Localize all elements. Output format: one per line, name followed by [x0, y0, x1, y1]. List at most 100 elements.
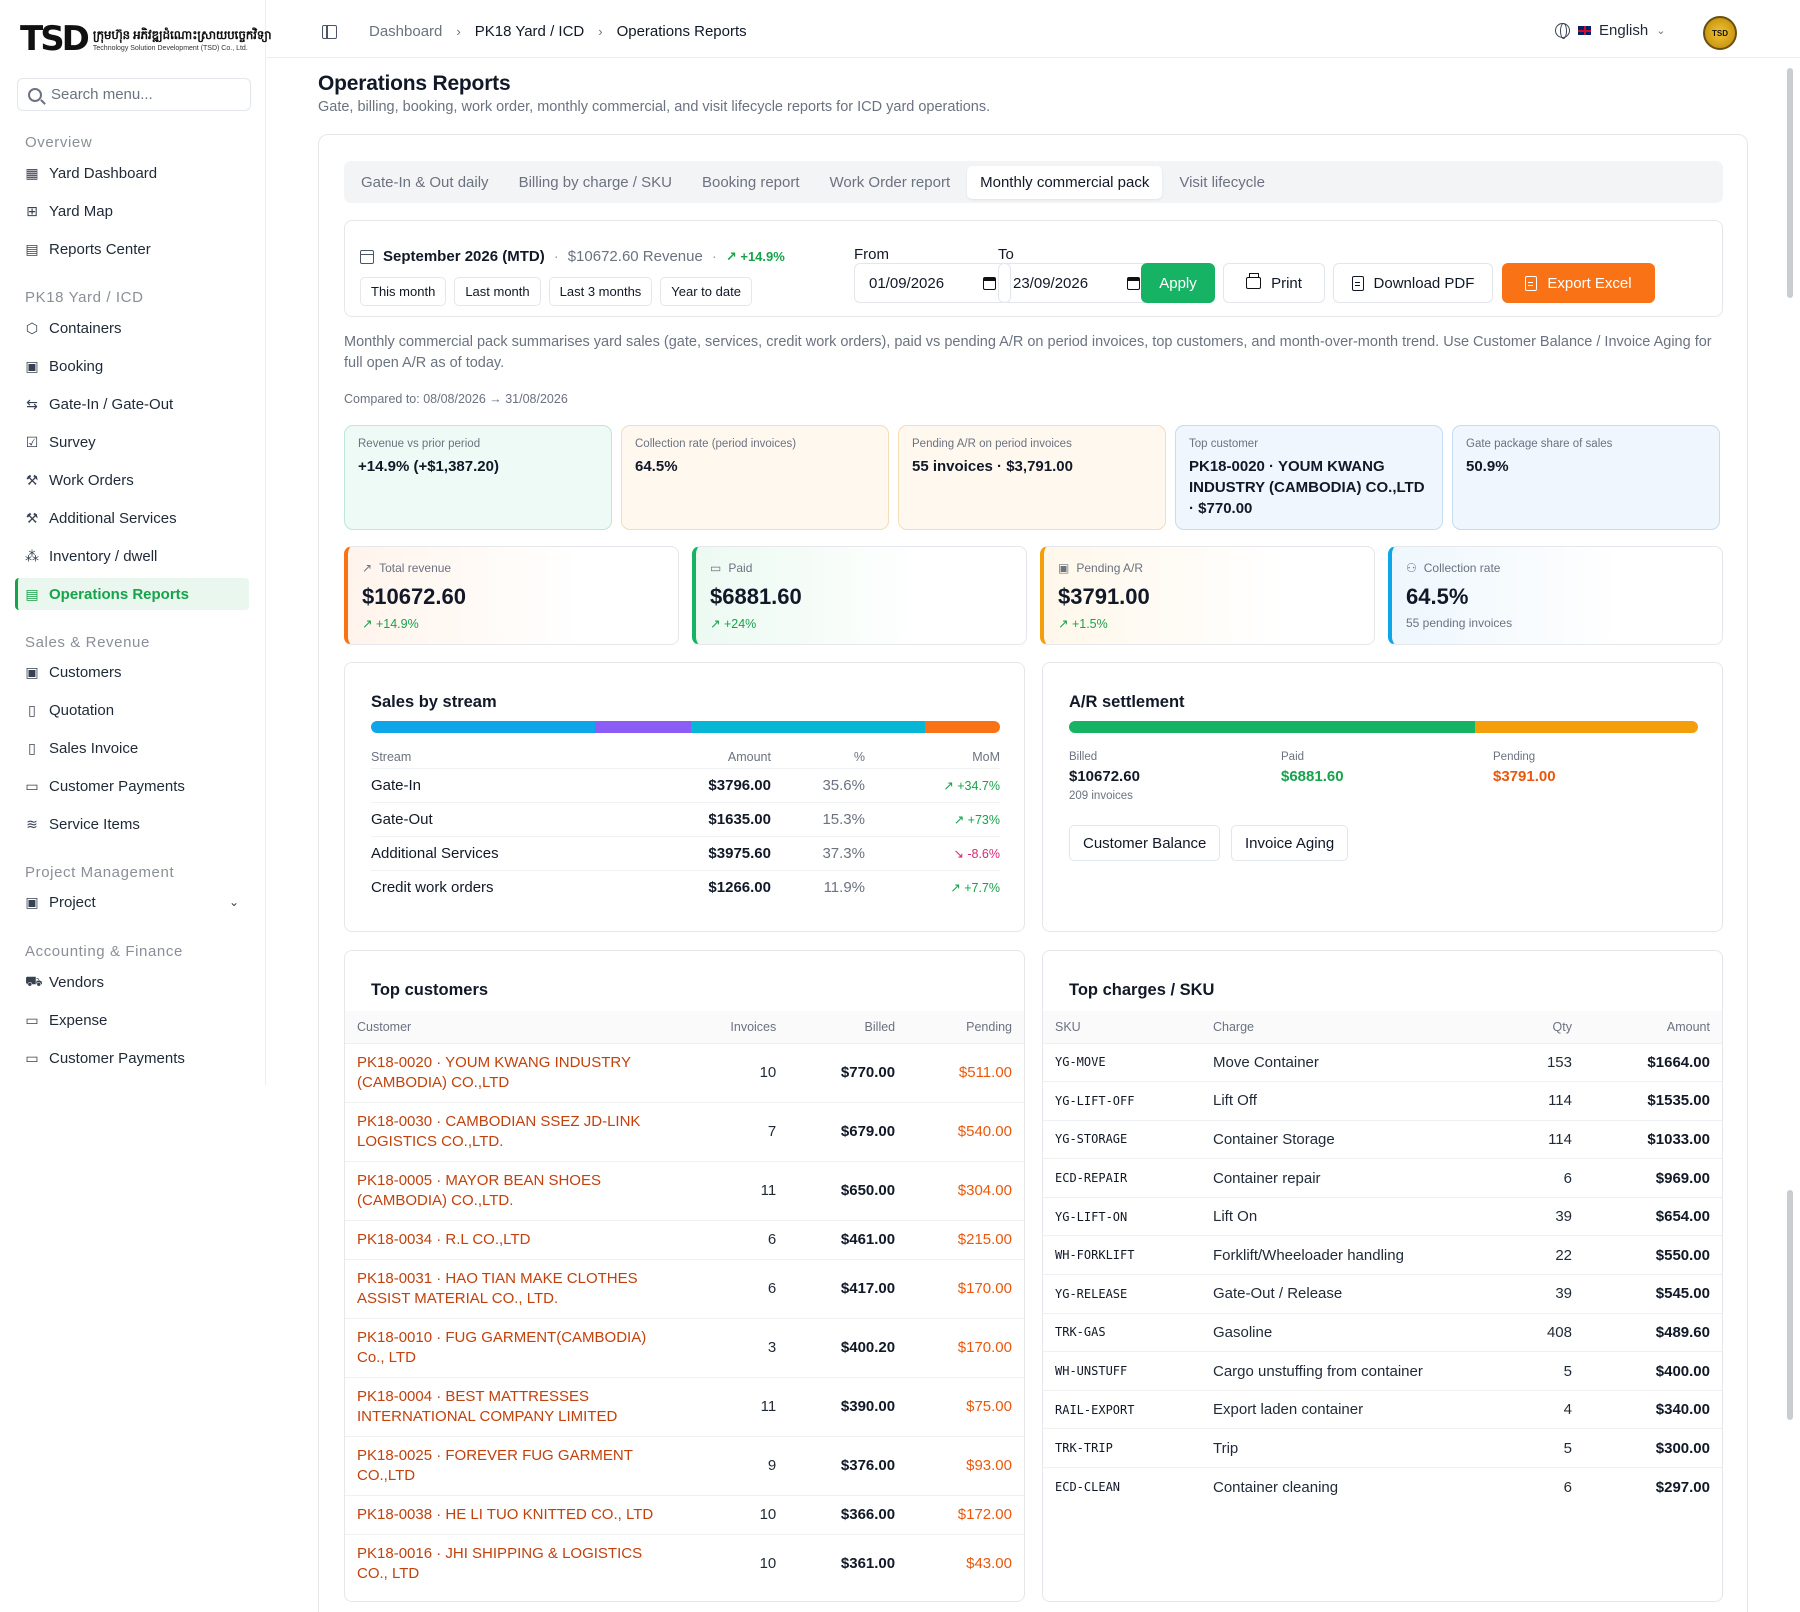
download-pdf-button[interactable]: Download PDF: [1333, 263, 1493, 303]
company-logo[interactable]: TSD ក្រុមហ៊ុន អភិវឌ្ឍដំណោះស្រាយបច្ចេកវិទ…: [20, 22, 272, 56]
customer-link[interactable]: PK18-0031 · HAO TIAN MAKE CLOTHES ASSIST…: [345, 1258, 678, 1318]
sidebar-item-project[interactable]: ▣ Project ⌄: [15, 886, 249, 918]
to-label: To: [998, 246, 1014, 263]
sidebar-item-reports-center[interactable]: ▤ Reports Center: [15, 233, 249, 265]
ar-pending: Pending $3791.00: [1493, 751, 1556, 785]
calendar-icon[interactable]: [1127, 276, 1140, 290]
top-customers-table: Customer Invoices Billed Pending PK18-00…: [345, 1011, 1024, 1593]
customer-link[interactable]: PK18-0016 · JHI SHIPPING & LOGISTICS CO.…: [345, 1533, 678, 1593]
table-row: YG-LIFT-ON Lift On 39 $654.00: [1043, 1196, 1722, 1236]
preset-buttons: This month Last month Last 3 months Year…: [360, 277, 752, 306]
table-row: ECD-REPAIR Container repair 6 $969.00: [1043, 1158, 1722, 1198]
customer-link[interactable]: PK18-0025 · FOREVER FUG GARMENT CO.,LTD: [345, 1435, 678, 1495]
report-description: Monthly commercial pack summarises yard …: [344, 334, 1712, 371]
swap-icon: ⇆: [26, 395, 38, 412]
language-selector[interactable]: English ⌄: [1555, 22, 1665, 39]
table-row[interactable]: PK18-0025 · FOREVER FUG GARMENT CO.,LTD 9…: [345, 1435, 1024, 1495]
apply-button[interactable]: Apply: [1141, 263, 1215, 303]
sidebar-item-quotation[interactable]: ▯ Quotation: [15, 694, 249, 726]
preset-last-3-months[interactable]: Last 3 months: [548, 277, 653, 306]
topbar: Dashboard › PK18 Yard / ICD › Operations…: [267, 0, 1800, 58]
sidebar: TSD ក្រុមហ៊ុន អភិវឌ្ឍដំណោះស្រាយបច្ចេកវិទ…: [0, 0, 272, 1085]
wrench-icon: ⚒: [25, 471, 39, 488]
sidebar-item-containers[interactable]: ⬡ Containers: [15, 312, 249, 344]
search-menu-input[interactable]: Search menu...: [17, 78, 251, 111]
table-row[interactable]: PK18-0016 · JHI SHIPPING & LOGISTICS CO.…: [345, 1533, 1024, 1593]
report-icon: ▤: [25, 240, 39, 257]
sidebar-item-service-items[interactable]: ≋ Service Items: [15, 808, 249, 840]
table-row[interactable]: PK18-0034 · R.L CO.,LTD 6 $461.00 $215.00: [345, 1219, 1024, 1259]
sidebar-item-work-orders[interactable]: ⚒ Work Orders: [15, 464, 249, 496]
table-row[interactable]: PK18-0031 · HAO TIAN MAKE CLOTHES ASSIST…: [345, 1258, 1024, 1318]
sidebar-item-booking[interactable]: ▣ Booking: [15, 350, 249, 382]
period-filter-bar: September 2026 (MTD) · $10672.60 Revenue…: [344, 220, 1723, 317]
calendar-icon[interactable]: [983, 276, 996, 290]
sales-by-stream-title: Sales by stream: [371, 693, 497, 711]
customer-link[interactable]: PK18-0010 · FUG GARMENT(CAMBODIA) Co., L…: [345, 1317, 678, 1377]
sidebar-item-yard-dashboard[interactable]: ▦ Yard Dashboard: [15, 157, 249, 189]
period-name: September 2026 (MTD): [383, 248, 545, 265]
table-row[interactable]: PK18-0020 · YOUM KWANG INDUSTRY (CAMBODI…: [345, 1042, 1024, 1102]
top-customers-title: Top customers: [371, 981, 489, 999]
page-scrollbar[interactable]: [1787, 68, 1793, 298]
page-scrollbar-thumb[interactable]: [1787, 1190, 1793, 1420]
breadcrumb-yard[interactable]: PK18 Yard / ICD: [475, 23, 585, 40]
table-row[interactable]: PK18-0004 · BEST MATTRESSES INTERNATIONA…: [345, 1376, 1024, 1436]
from-date-input[interactable]: 01/09/2026: [854, 263, 1011, 303]
sidebar-item-customer-payments[interactable]: ▭ Customer Payments: [15, 770, 249, 802]
avatar[interactable]: TSD: [1703, 16, 1737, 50]
export-excel-button[interactable]: Export Excel: [1502, 263, 1655, 303]
top-charges-table: SKU Charge Qty Amount YG-MOVE Move Contai…: [1043, 1011, 1722, 1507]
customer-link[interactable]: PK18-0004 · BEST MATTRESSES INTERNATIONA…: [345, 1376, 678, 1436]
table-row: ECD-CLEAN Container cleaning 6 $297.00: [1043, 1467, 1722, 1507]
sidebar-item-vendors[interactable]: ⛟ Vendors: [15, 966, 249, 998]
sidebar-item-expense[interactable]: ▭ Expense: [15, 1004, 249, 1036]
table-row: WH-FORKLIFT Forklift/Wheeloader handling 2…: [1043, 1235, 1722, 1275]
breadcrumb-dashboard[interactable]: Dashboard: [369, 23, 442, 40]
tab-gate-daily[interactable]: Gate-In & Out daily: [348, 166, 502, 199]
sidebar-item-inventory[interactable]: ⁂ Inventory / dwell: [15, 540, 249, 572]
preset-this-month[interactable]: This month: [360, 277, 447, 306]
search-icon: [28, 87, 42, 102]
table-row[interactable]: PK18-0005 · MAYOR BEAN SHOES (CAMBODIA) …: [345, 1160, 1024, 1220]
to-date-input[interactable]: 23/09/2026: [998, 263, 1155, 303]
invoice-icon: ▯: [28, 739, 36, 756]
tab-billing-sku[interactable]: Billing by charge / SKU: [506, 166, 685, 199]
sidebar-toggle-icon[interactable]: [322, 25, 337, 39]
ar-settlement-title: A/R settlement: [1069, 693, 1185, 711]
sidebar-item-sales-invoice[interactable]: ▯ Sales Invoice: [15, 732, 249, 764]
sidebar-item-yard-map[interactable]: ⊞ Yard Map: [15, 195, 249, 227]
customer-link[interactable]: PK18-0038 · HE LI TUO KNITTED CO., LTD: [345, 1494, 678, 1534]
boxes-icon: ⁂: [25, 547, 39, 564]
customer-link[interactable]: PK18-0030 · CAMBODIAN SSEZ JD-LINK LOGIS…: [345, 1101, 678, 1161]
tab-work-order-report[interactable]: Work Order report: [817, 166, 964, 199]
print-button[interactable]: Print: [1223, 263, 1325, 303]
ar-segment-paid: [1069, 721, 1475, 733]
sidebar-item-survey[interactable]: ☑ Survey: [15, 426, 249, 458]
preset-last-month[interactable]: Last month: [454, 277, 541, 306]
customer-balance-button[interactable]: Customer Balance: [1069, 825, 1221, 861]
sidebar-item-gate[interactable]: ⇆ Gate-In / Gate-Out: [15, 388, 249, 420]
from-label: From: [854, 246, 889, 263]
period-summary: September 2026 (MTD) · $10672.60 Revenue…: [360, 248, 785, 265]
sidebar-item-customers[interactable]: ▣ Customers: [15, 656, 249, 688]
tab-visit-lifecycle[interactable]: Visit lifecycle: [1166, 166, 1278, 199]
customer-link[interactable]: PK18-0005 · MAYOR BEAN SHOES (CAMBODIA) …: [345, 1160, 678, 1220]
invoice-aging-button[interactable]: Invoice Aging: [1231, 825, 1349, 861]
report-icon: ▤: [25, 585, 39, 602]
calendar-icon: [360, 249, 374, 264]
stream-segment-1: [594, 721, 691, 733]
table-row[interactable]: PK18-0030 · CAMBODIAN SSEZ JD-LINK LOGIS…: [345, 1101, 1024, 1161]
preset-year-to-date[interactable]: Year to date: [660, 277, 752, 306]
table-row[interactable]: PK18-0038 · HE LI TUO KNITTED CO., LTD 10…: [345, 1494, 1024, 1534]
tab-monthly-commercial-pack[interactable]: Monthly commercial pack: [967, 165, 1163, 199]
sidebar-item-additional-services[interactable]: ⚒ Additional Services: [15, 502, 249, 534]
sidebar-item-operations-reports[interactable]: ▤ Operations Reports: [15, 578, 249, 610]
sidebar-item-customer-payments-2[interactable]: ▭ Customer Payments: [15, 1042, 249, 1074]
customer-link[interactable]: PK18-0020 · YOUM KWANG INDUSTRY (CAMBODI…: [345, 1042, 678, 1102]
customer-link[interactable]: PK18-0034 · R.L CO.,LTD: [345, 1219, 678, 1259]
table-row[interactable]: PK18-0010 · FUG GARMENT(CAMBODIA) Co., L…: [345, 1317, 1024, 1377]
tab-booking-report[interactable]: Booking report: [689, 166, 813, 199]
reports-card: Gate-In & Out daily Billing by charge / …: [318, 134, 1748, 1612]
logo-khmer-text: ក្រុមហ៊ុន អភិវឌ្ឍដំណោះស្រាយបច្ចេកវិទ្យា: [92, 27, 272, 42]
